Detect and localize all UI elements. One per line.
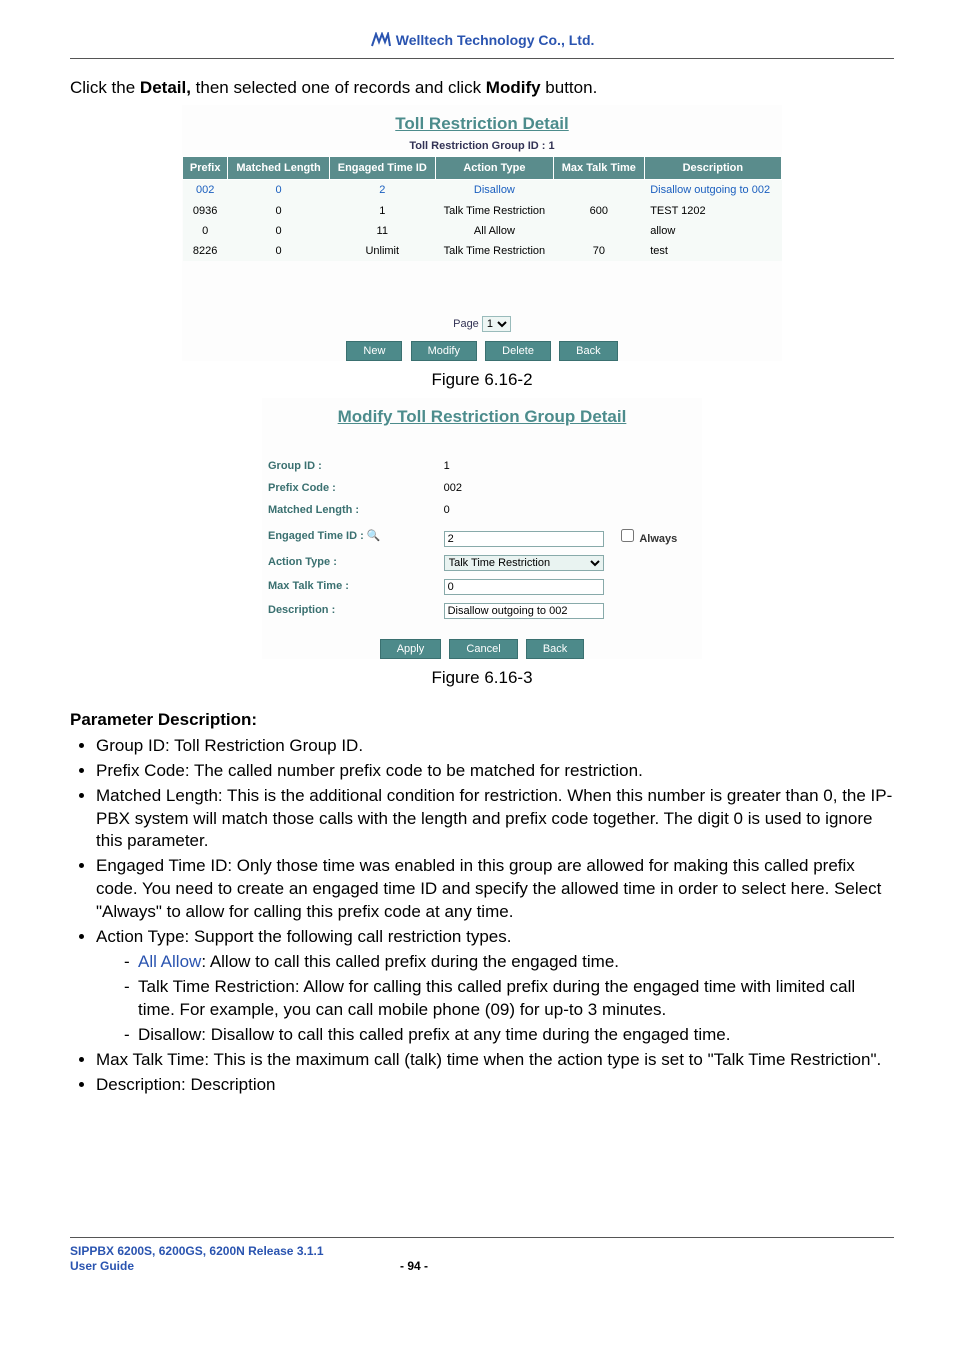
modify-button[interactable]: Modify: [411, 341, 477, 361]
prefix-code-label: Prefix Code :: [264, 478, 438, 498]
col-max-talk-time: Max Talk Time: [553, 156, 644, 179]
always-label: Always: [639, 533, 677, 545]
footer-divider: [70, 1237, 894, 1238]
pager-label: Page: [453, 318, 479, 330]
new-button[interactable]: New: [346, 341, 402, 361]
description-input[interactable]: [444, 603, 604, 619]
matched-length-value: 0: [440, 500, 700, 520]
toll-restriction-detail-panel: Toll Restriction Detail Toll Restriction…: [182, 105, 782, 362]
action-type-select[interactable]: Talk Time Restriction: [444, 555, 604, 571]
matched-length-label: Matched Length :: [264, 500, 438, 520]
restriction-table: Prefix Matched Length Engaged Time ID Ac…: [182, 156, 782, 261]
table-row[interactable]: 0936 0 1 Talk Time Restriction 600 TEST …: [183, 201, 782, 221]
col-action-type: Action Type: [435, 156, 553, 179]
table-row[interactable]: 8226 0 Unlimit Talk Time Restriction 70 …: [183, 241, 782, 261]
list-item: Description: Description: [96, 1074, 894, 1097]
table-header-row: Prefix Matched Length Engaged Time ID Ac…: [183, 156, 782, 179]
logo-icon: [370, 32, 392, 48]
list-item: Matched Length: This is the additional c…: [96, 785, 894, 854]
group-id-value: 1: [440, 456, 700, 476]
list-item: Group ID: Toll Restriction Group ID.: [96, 735, 894, 758]
pager-select[interactable]: 1: [482, 316, 511, 332]
table-row[interactable]: 0 0 11 All Allow allow: [183, 221, 782, 241]
group-id-label: Group ID :: [264, 456, 438, 476]
col-description: Description: [644, 156, 781, 179]
col-prefix: Prefix: [183, 156, 228, 179]
page-footer: SIPPBX 6200S, 6200GS, 6200N Release 3.1.…: [70, 1244, 894, 1275]
parameter-description-heading: Parameter Description:: [70, 709, 894, 731]
panel-subtitle: Toll Restriction Group ID : 1: [182, 139, 782, 153]
page-number: - 94 -: [400, 1259, 428, 1275]
list-item: Disallow: Disallow to call this called p…: [124, 1024, 894, 1047]
brand-text: Welltech Technology Co., Ltd.: [396, 32, 595, 48]
always-checkbox[interactable]: [621, 529, 634, 542]
figure-caption-1: Figure 6.16-2: [70, 369, 894, 391]
apply-button[interactable]: Apply: [380, 639, 442, 659]
engaged-time-input[interactable]: [444, 531, 604, 547]
list-item: Action Type: Support the following call …: [96, 926, 894, 1047]
table-row[interactable]: 002 0 2 Disallow Disallow outgoing to 00…: [183, 180, 782, 201]
list-item: All Allow: Allow to call this called pre…: [124, 951, 894, 974]
figure-caption-2: Figure 6.16-3: [70, 667, 894, 689]
list-item: Talk Time Restriction: Allow for calling…: [124, 976, 894, 1022]
list-item: Max Talk Time: This is the maximum call …: [96, 1049, 894, 1072]
action-type-label: Action Type :: [264, 552, 438, 574]
list-item: Prefix Code: The called number prefix co…: [96, 760, 894, 783]
max-talk-time-label: Max Talk Time :: [264, 576, 438, 598]
footer-guide: User Guide: [70, 1259, 400, 1275]
panel-title: Toll Restriction Detail: [182, 113, 782, 135]
pager: Page 1: [182, 316, 782, 332]
header-divider: [70, 58, 894, 59]
prefix-code-value: 002: [440, 478, 700, 498]
search-icon[interactable]: 🔍: [367, 530, 381, 542]
col-engaged-time: Engaged Time ID: [329, 156, 435, 179]
max-talk-time-input[interactable]: [444, 579, 604, 595]
modify-group-panel: Modify Toll Restriction Group Detail Gro…: [262, 398, 702, 659]
description-label: Description :: [264, 600, 438, 622]
panel-title: Modify Toll Restriction Group Detail: [262, 406, 702, 428]
page-header: Welltech Technology Co., Ltd.: [70, 30, 894, 50]
parameter-list: Group ID: Toll Restriction Group ID. Pre…: [70, 735, 894, 1097]
delete-button[interactable]: Delete: [485, 341, 551, 361]
engaged-time-label: Engaged Time ID : 🔍: [264, 523, 438, 550]
action-type-sublist: All Allow: Allow to call this called pre…: [96, 951, 894, 1047]
back-button[interactable]: Back: [559, 341, 617, 361]
col-matched-length: Matched Length: [228, 156, 329, 179]
cancel-button[interactable]: Cancel: [449, 639, 517, 659]
footer-release: SIPPBX 6200S, 6200GS, 6200N Release 3.1.…: [70, 1244, 400, 1260]
instruction-text: Click the Detail, then selected one of r…: [70, 77, 894, 99]
back-button[interactable]: Back: [526, 639, 584, 659]
list-item: Engaged Time ID: Only those time was ena…: [96, 855, 894, 924]
